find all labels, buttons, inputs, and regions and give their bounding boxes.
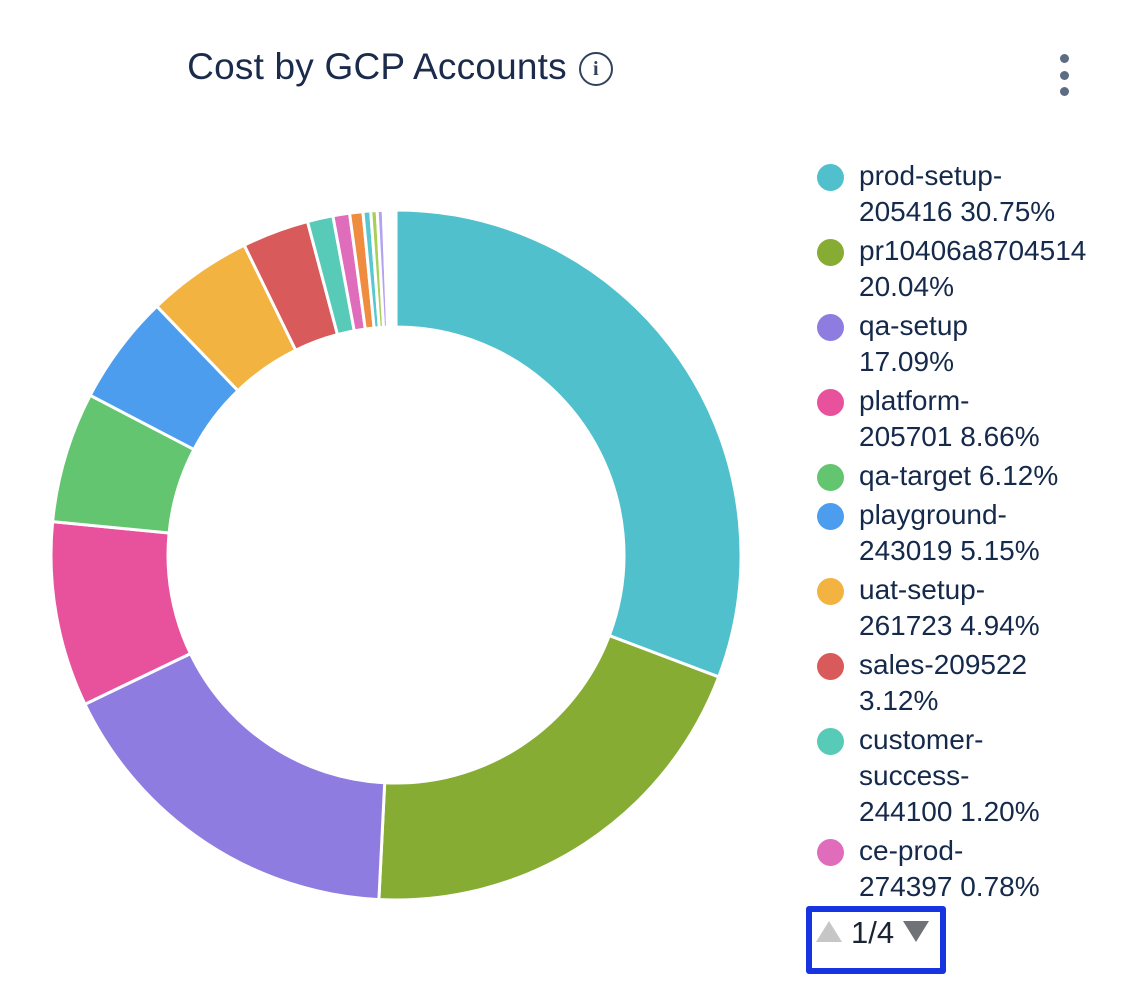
page-title: Cost by GCP Accounts xyxy=(187,46,567,88)
legend-swatch xyxy=(817,578,844,605)
legend-label: sales-2095223.12% xyxy=(859,647,1027,719)
widget-menu-button[interactable] xyxy=(1051,52,1077,98)
page-up-triangle-icon[interactable] xyxy=(816,921,842,942)
pager-page-label: 1/4 xyxy=(851,915,894,948)
legend-label: customer-success-244100 1.20% xyxy=(859,722,1040,830)
donut-svg xyxy=(26,185,770,929)
legend-item[interactable]: pr10406a870451420.04% xyxy=(817,233,1130,305)
legend-item[interactable]: playground-243019 5.15% xyxy=(817,497,1130,569)
legend-item[interactable]: qa-setup17.09% xyxy=(817,308,1130,380)
legend-item[interactable]: uat-setup-261723 4.94% xyxy=(817,572,1130,644)
kebab-menu-icon xyxy=(1060,87,1069,96)
highlight-box: 1/4 xyxy=(806,906,946,974)
legend-item[interactable]: qa-target 6.12% xyxy=(817,458,1130,494)
legend-item[interactable]: sales-2095223.12% xyxy=(817,647,1130,719)
legend-label: qa-setup17.09% xyxy=(859,308,968,380)
page-down-triangle-icon[interactable] xyxy=(903,921,929,942)
legend-swatch xyxy=(817,503,844,530)
legend-pager: 1/4 xyxy=(812,912,940,948)
legend-label: qa-target 6.12% xyxy=(859,458,1058,494)
legend-swatch xyxy=(817,839,844,866)
legend-swatch xyxy=(817,164,844,191)
legend-swatch xyxy=(817,653,844,680)
legend-item[interactable]: ce-prod-274397 0.78% xyxy=(817,833,1130,905)
legend-label: prod-setup-205416 30.75% xyxy=(859,158,1055,230)
legend-swatch xyxy=(817,728,844,755)
pie-slice[interactable] xyxy=(386,210,396,327)
legend-label: uat-setup-261723 4.94% xyxy=(859,572,1040,644)
legend-swatch xyxy=(817,314,844,341)
legend-label: playground-243019 5.15% xyxy=(859,497,1040,569)
legend-item[interactable]: platform-205701 8.66% xyxy=(817,383,1130,455)
pie-slice[interactable] xyxy=(85,654,385,900)
legend-swatch xyxy=(817,464,844,491)
legend-item[interactable]: customer-success-244100 1.20% xyxy=(817,722,1130,830)
pie-slice[interactable] xyxy=(379,636,719,900)
info-circle-icon[interactable]: i xyxy=(579,52,613,86)
kebab-menu-icon xyxy=(1060,71,1069,80)
chart-legend: prod-setup-205416 30.75%pr10406a87045142… xyxy=(817,158,1130,905)
legend-swatch xyxy=(817,239,844,266)
pie-slice[interactable] xyxy=(396,210,741,677)
donut-chart xyxy=(26,185,770,929)
chart-header: Cost by GCP Accounts i xyxy=(0,46,800,88)
legend-swatch xyxy=(817,389,844,416)
legend-item[interactable]: prod-setup-205416 30.75% xyxy=(817,158,1130,230)
kebab-menu-icon xyxy=(1060,54,1069,63)
legend-label: ce-prod-274397 0.78% xyxy=(859,833,1040,905)
legend-label: platform-205701 8.66% xyxy=(859,383,1040,455)
legend-label: pr10406a870451420.04% xyxy=(859,233,1086,305)
chart-card: Cost by GCP Accounts i prod-setup-205416… xyxy=(0,0,1130,1006)
